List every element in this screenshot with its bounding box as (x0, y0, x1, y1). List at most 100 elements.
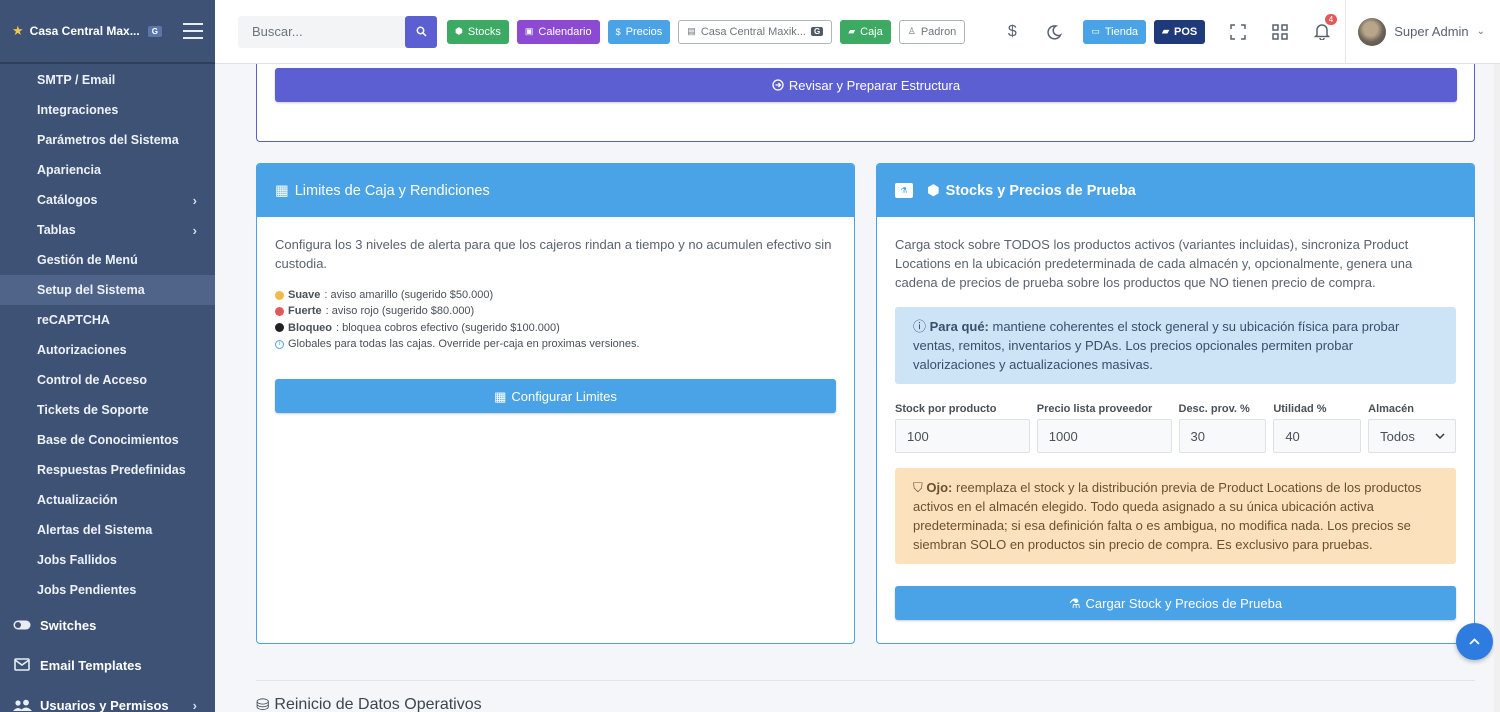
shield-icon: ⛉ (913, 480, 923, 495)
chevron-down-icon: ⌄ (1476, 26, 1486, 37)
user-plus-icon: ♙ (907, 26, 916, 36)
stock-field-group: Stock por producto 100 (895, 400, 1030, 453)
caja-button[interactable]: ▰ Caja (840, 19, 891, 44)
limits-description: Configura los 3 niveles de alerta para q… (275, 237, 832, 271)
user-menu[interactable]: Super Admin ⌄ (1345, 0, 1485, 64)
calendario-label: Calendario (538, 25, 592, 38)
revisar-estructura-label: Revisar y Preparar Estructura (788, 77, 961, 93)
sidebar-item-respuestas[interactable]: Respuestas Predefinidas (0, 455, 215, 485)
currency-icon[interactable]: $ (1001, 21, 1023, 43)
casa-badge: G (810, 27, 824, 36)
stock-form: Stock por producto 100 Precio lista prov… (895, 400, 1456, 453)
casa-selector-button[interactable]: ▤ Casa Central Maxik... G (678, 19, 833, 44)
list-item: Bloqueo : bloquea cobros efectivo (sugeri… (275, 320, 836, 336)
moon-icon[interactable] (1043, 21, 1065, 43)
user-name: Super Admin (1394, 24, 1469, 39)
sidebar-item-parametros[interactable]: Parámetros del Sistema (0, 125, 215, 155)
level-name: Fuerte (288, 305, 322, 318)
sidebar-item-jobs-pendientes[interactable]: Jobs Pendientes (0, 575, 215, 605)
caja-label: Caja (860, 25, 883, 38)
almacen-select[interactable]: Todos (1368, 419, 1456, 453)
notifications-button[interactable]: 4 (1311, 13, 1338, 43)
stocks-description: Carga stock sobre TODOS los productos ac… (895, 237, 1413, 290)
brand[interactable]: ★ Casa Central Max... G (0, 0, 215, 64)
limits-card-header: ▦ Limites de Caja y Rendiciones (257, 164, 854, 217)
apps-grid-icon[interactable] (1269, 21, 1291, 43)
sidebar-item-base-conocimientos[interactable]: Base de Conocimientos (0, 425, 215, 455)
sidebar-item-tickets[interactable]: Tickets de Soporte (0, 395, 215, 425)
sidebar-menu: SMTP / Email Integraciones Parámetros de… (0, 64, 215, 605)
stocks-button[interactable]: ⬢ Stocks (447, 19, 509, 44)
list-item: Fuerte: aviso rojo (sugerido $80.000) (275, 303, 836, 319)
level-text: : bloquea cobros efectivo (sugerido $100… (336, 321, 560, 334)
flask-icon: ⚗ (895, 183, 913, 198)
limits-card: ▦ Limites de Caja y Rendiciones Configur… (256, 163, 855, 644)
level-name: Suave (288, 289, 321, 301)
level-text: : aviso rojo (sugerido $80.000) (325, 305, 475, 318)
sidebar-item-autorizaciones[interactable]: Autorizaciones (0, 335, 215, 365)
pos-icon: ▰ (1162, 26, 1169, 36)
info-icon: ⓘ (913, 319, 927, 334)
chevron-right-icon: › (192, 222, 197, 238)
search-input[interactable]: Buscar... (238, 15, 405, 48)
sidebar-item-setup[interactable]: Setup del Sistema (0, 275, 215, 305)
sidebar-section-usuarios[interactable]: Usuarios y Permisos › (0, 685, 215, 712)
utilidad-input[interactable]: 40 (1273, 419, 1362, 453)
sidebar-section-switches[interactable]: Switches (0, 605, 215, 645)
stock-input[interactable]: 100 (895, 419, 1030, 453)
structure-card: Revisar y Preparar Estructura (256, 64, 1475, 142)
info-strong: Para qué: (929, 319, 989, 334)
cargar-stock-button[interactable]: ⚗ Cargar Stock y Precios de Prueba (895, 586, 1456, 620)
cash-register-icon: ▰ (848, 26, 856, 36)
sidebar-item-label: Tickets de Soporte (37, 403, 149, 417)
sidebar-item-label: Autorizaciones (37, 343, 127, 357)
sidebar-section-label: Usuarios y Permisos (40, 697, 169, 712)
sidebar-item-label: Base de Conocimientos (37, 433, 179, 447)
sidebar-item-apariencia[interactable]: Apariencia (0, 155, 215, 185)
search-button[interactable] (405, 15, 437, 48)
sidebar-item-catalogos[interactable]: Catálogos › (0, 185, 215, 215)
info-icon: i (275, 339, 284, 349)
building-icon: ▤ (687, 26, 696, 36)
padron-button[interactable]: ♙ Padron (898, 19, 966, 44)
list-item: Suave: aviso amarillo (sugerido $50.000) (275, 287, 836, 303)
sidebar-item-tablas[interactable]: Tablas › (0, 215, 215, 245)
calendario-button[interactable]: ▣ Calendario (516, 19, 600, 44)
precios-button[interactable]: $ Precios (607, 19, 671, 44)
sidebar-section-email-templates[interactable]: Email Templates (0, 645, 215, 685)
almacen-value: Todos (1380, 428, 1415, 444)
sidebar-item-jobs-fallidos[interactable]: Jobs Fallidos (0, 545, 215, 575)
topbar: Buscar... ⬢ Stocks ▣ Calendario $ Precios ▤… (215, 0, 1500, 64)
revisar-estructura-button[interactable]: Revisar y Preparar Estructura (275, 68, 1457, 102)
brand-badge: G (147, 25, 162, 37)
info-alert: ⓘ Para qué: mantiene coherentes el stock… (895, 307, 1456, 384)
desc-input[interactable]: 30 (1178, 419, 1267, 453)
reinicio-title: Reinicio de Datos Operativos (274, 696, 482, 712)
sidebar-item-integraciones[interactable]: Integraciones (0, 95, 215, 125)
page-scrollbar[interactable] (1494, 64, 1500, 712)
sidebar-item-label: Integraciones (37, 103, 119, 117)
sidebar-item-smtp[interactable]: SMTP / Email (0, 65, 215, 95)
level-name: Bloqueo (288, 321, 332, 334)
sidebar-item-gestion-menu[interactable]: Gestión de Menú (0, 245, 215, 275)
sidebar-item-label: Parámetros del Sistema (37, 133, 179, 147)
sidebar-item-recaptcha[interactable]: reCAPTCHA (0, 305, 215, 335)
sidebar-item-actualizacion[interactable]: Actualización (0, 485, 215, 515)
desc-field-group: Desc. prov. % 30 (1178, 400, 1267, 453)
tienda-button[interactable]: ▭ Tienda (1083, 19, 1147, 44)
sidebar-item-label: Respuestas Predefinidas (37, 463, 186, 477)
pos-label: POS (1173, 25, 1198, 38)
sidebar-item-label: Setup del Sistema (37, 283, 145, 297)
hamburger-menu-icon[interactable] (183, 23, 203, 39)
precios-label: Precios (625, 25, 663, 38)
sidebar-item-alertas[interactable]: Alertas del Sistema (0, 515, 215, 545)
precio-input[interactable]: 1000 (1036, 419, 1172, 453)
almacen-field-group: Almacén Todos (1368, 400, 1456, 453)
tienda-label: Tienda (1104, 25, 1139, 38)
sidebar-item-control-acceso[interactable]: Control de Acceso (0, 365, 215, 395)
email-edit-icon (12, 658, 32, 672)
scroll-to-top-button[interactable] (1456, 623, 1493, 660)
pos-button[interactable]: ▰ POS (1154, 19, 1206, 44)
fullscreen-icon[interactable] (1227, 21, 1249, 43)
configurar-limites-button[interactable]: ▦ Configurar Limites (275, 379, 836, 414)
